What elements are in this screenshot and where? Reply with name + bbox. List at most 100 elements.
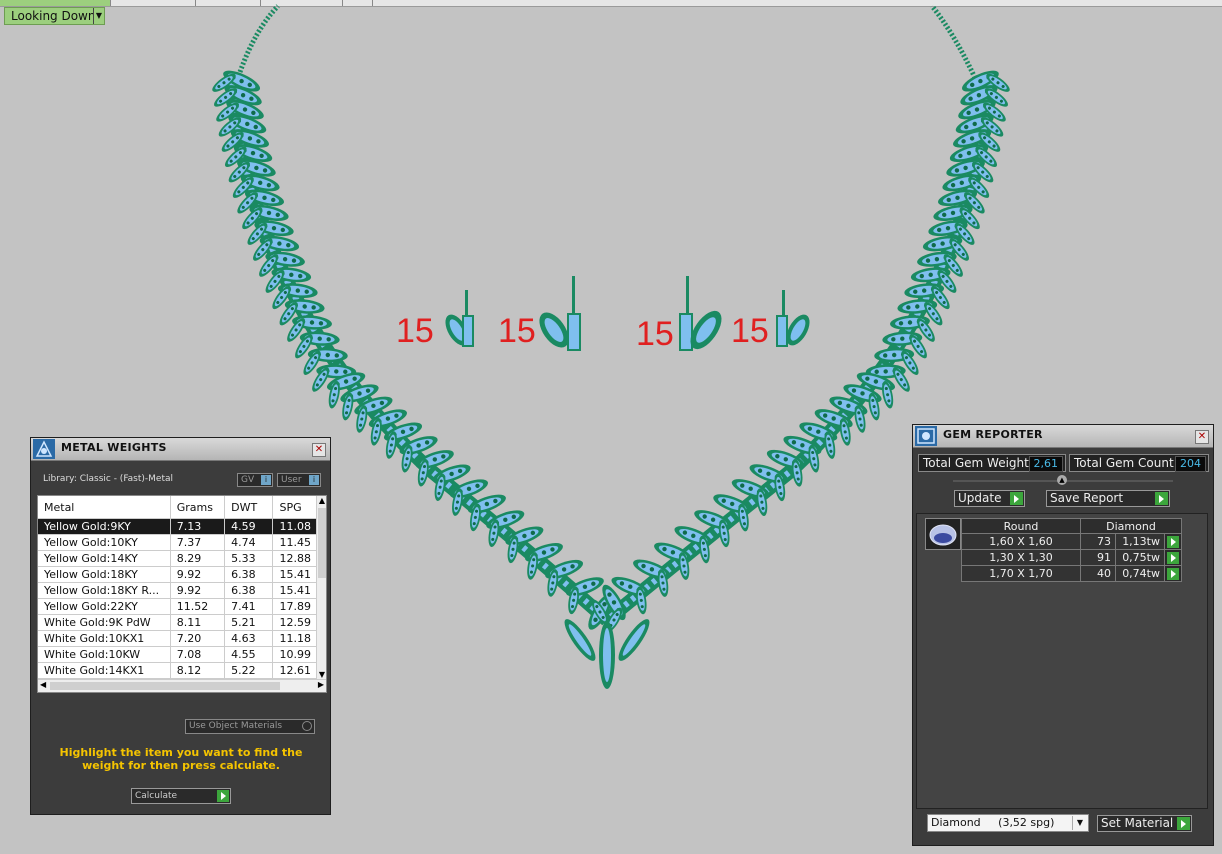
table-row[interactable]: White Gold:9K PdW 8.11 5.21 12.59 (38, 614, 318, 631)
horizontal-scrollbar[interactable]: ◀ ▶ (38, 679, 326, 692)
cell-grams: 8.11 (170, 614, 226, 631)
cell-grams: 7.08 (170, 646, 226, 663)
size-label-3: 15 (636, 315, 674, 353)
total-gem-weight-label: Total Gem Weight (923, 456, 1029, 470)
calculate-label: Calculate (135, 791, 178, 801)
gem-reporter-icon (915, 426, 937, 446)
table-row[interactable]: White Gold:10KX1 7.20 4.63 11.18 (38, 630, 318, 647)
size-label-2: 15 (498, 312, 536, 350)
metal-weights-titlebar[interactable]: METAL WEIGHTS ✕ (31, 438, 330, 461)
cell-metal: Yellow Gold:9KY (38, 518, 171, 535)
update-button[interactable]: Update (954, 490, 1025, 507)
chevron-down-icon[interactable]: ▼ (317, 670, 326, 679)
set-material-button[interactable]: Set Material (1097, 815, 1192, 832)
col-header-dwt[interactable]: DWT (224, 496, 274, 519)
cell-spg: 15.41 (272, 566, 318, 583)
hint-text: Highlight the item you want to find the … (59, 746, 303, 772)
total-gem-count-label: Total Gem Count (1074, 456, 1174, 470)
table-row[interactable]: Yellow Gold:9KY 7.13 4.59 11.08 (38, 518, 318, 535)
cell-count: 40 (1080, 565, 1116, 582)
cell-dwt: 5.21 (224, 614, 274, 631)
cell-grams: 8.12 (170, 662, 226, 679)
set-material-label: Set Material (1101, 816, 1174, 830)
earring-1: 15 (396, 290, 474, 350)
cell-dwt: 6.38 (224, 582, 274, 599)
gem-row[interactable]: 1,30 X 1,30 91 0,75tw (961, 549, 1182, 566)
cell-grams: 11.52 (170, 598, 226, 615)
select-gem-button[interactable] (1164, 533, 1182, 550)
table-row[interactable]: Yellow Gold:10KY 7.37 4.74 11.45 (38, 534, 318, 551)
gv-label: GV (241, 475, 255, 485)
cell-spg: 17.89 (272, 598, 318, 615)
table-row[interactable]: White Gold:10KW 7.08 4.55 10.99 (38, 646, 318, 663)
gem-row[interactable]: 1,60 X 1,60 73 1,13tw (961, 533, 1182, 550)
collapse-icon[interactable]: ▲ (1057, 475, 1067, 485)
close-icon[interactable]: ✕ (1195, 430, 1209, 444)
table-row[interactable]: Yellow Gold:18KY 9.92 6.38 15.41 (38, 566, 318, 583)
play-icon (1155, 492, 1168, 505)
chevron-right-icon[interactable]: ▶ (318, 680, 324, 689)
col-header-material: Diamond (1080, 518, 1182, 534)
cell-spg: 15.41 (272, 582, 318, 599)
cell-dwt: 5.22 (224, 662, 274, 679)
cell-spg: 11.08 (272, 518, 318, 535)
gem-reporter-titlebar[interactable]: GEM REPORTER ✕ (913, 425, 1213, 448)
gem-reporter-title: GEM REPORTER (943, 428, 1043, 441)
cell-grams: 9.92 (170, 582, 226, 599)
select-gem-button[interactable] (1164, 565, 1182, 582)
cell-dwt: 7.41 (224, 598, 274, 615)
play-icon (217, 790, 229, 802)
table-row[interactable]: White Gold:14KX1 8.12 5.22 12.61 (38, 662, 318, 679)
cell-carat: 1,13tw (1115, 533, 1165, 550)
col-header-metal[interactable]: Metal (38, 496, 171, 519)
col-header-spg[interactable]: SPG (272, 496, 318, 519)
info-icon: i (309, 475, 319, 485)
cell-count: 73 (1080, 533, 1116, 550)
cell-dwt: 4.74 (224, 534, 274, 551)
total-gem-count: Total Gem Count 204 (1069, 454, 1209, 472)
use-object-materials-toggle[interactable]: Use Object Materials (185, 719, 315, 734)
cell-dwt: 6.38 (224, 566, 274, 583)
cell-spg: 12.61 (272, 662, 318, 679)
gv-toggle[interactable]: GV i (237, 473, 273, 487)
col-header-shape: Round (961, 518, 1081, 534)
gem-row[interactable]: 1,70 X 1,70 40 0,74tw (961, 565, 1182, 582)
library-label: Library: Classic - (Fast)-Metal (43, 474, 174, 484)
save-report-label: Save Report (1050, 491, 1124, 505)
cell-metal: White Gold:10KX1 (38, 630, 171, 647)
radio-icon (302, 721, 312, 731)
cell-metal: Yellow Gold:22KY (38, 598, 171, 615)
calculate-button[interactable]: Calculate (131, 788, 231, 804)
chevron-down-icon[interactable]: ▼ (1072, 816, 1087, 830)
total-gem-weight: Total Gem Weight 2,61 (918, 454, 1066, 472)
round-diamond-icon[interactable] (925, 518, 961, 550)
scroll-thumb[interactable] (318, 508, 326, 578)
cell-dwt: 4.63 (224, 630, 274, 647)
gem-table-header: Round Diamond (961, 518, 1182, 534)
save-report-button[interactable]: Save Report (1046, 490, 1170, 507)
col-header-grams[interactable]: Grams (170, 496, 226, 519)
cell-spg: 12.59 (272, 614, 318, 631)
cell-spg: 11.18 (272, 630, 318, 647)
vertical-scrollbar[interactable]: ▲ ▼ (316, 496, 326, 679)
user-toggle[interactable]: User i (277, 473, 321, 487)
metal-weights-table[interactable]: Metal Grams DWT SPG Yellow Gold:9KY 7.13 4… (37, 495, 327, 693)
select-gem-button[interactable] (1164, 549, 1182, 566)
material-select-value: Diamond (3,52 spg) (931, 816, 1055, 829)
scroll-thumb[interactable] (50, 682, 280, 690)
material-select[interactable]: Diamond (3,52 spg) ▼ (927, 814, 1089, 832)
cell-metal: White Gold:10KW (38, 646, 171, 663)
table-row[interactable]: Yellow Gold:14KY 8.29 5.33 12.88 (38, 550, 318, 567)
cell-metal: Yellow Gold:10KY (38, 534, 171, 551)
table-row[interactable]: Yellow Gold:22KY 11.52 7.41 17.89 (38, 598, 318, 615)
cell-grams: 9.92 (170, 566, 226, 583)
info-icon: i (261, 475, 271, 485)
play-icon (1167, 568, 1179, 580)
cell-grams: 7.37 (170, 534, 226, 551)
chevron-up-icon[interactable]: ▲ (317, 496, 326, 506)
chevron-left-icon[interactable]: ◀ (40, 680, 46, 689)
table-row[interactable]: Yellow Gold:18KY R... 9.92 6.38 15.41 (38, 582, 318, 599)
close-icon[interactable]: ✕ (312, 443, 326, 457)
gem-reporter-panel: GEM REPORTER ✕ Total Gem Weight 2,61 Tot… (912, 424, 1214, 846)
cell-dwt: 5.33 (224, 550, 274, 567)
